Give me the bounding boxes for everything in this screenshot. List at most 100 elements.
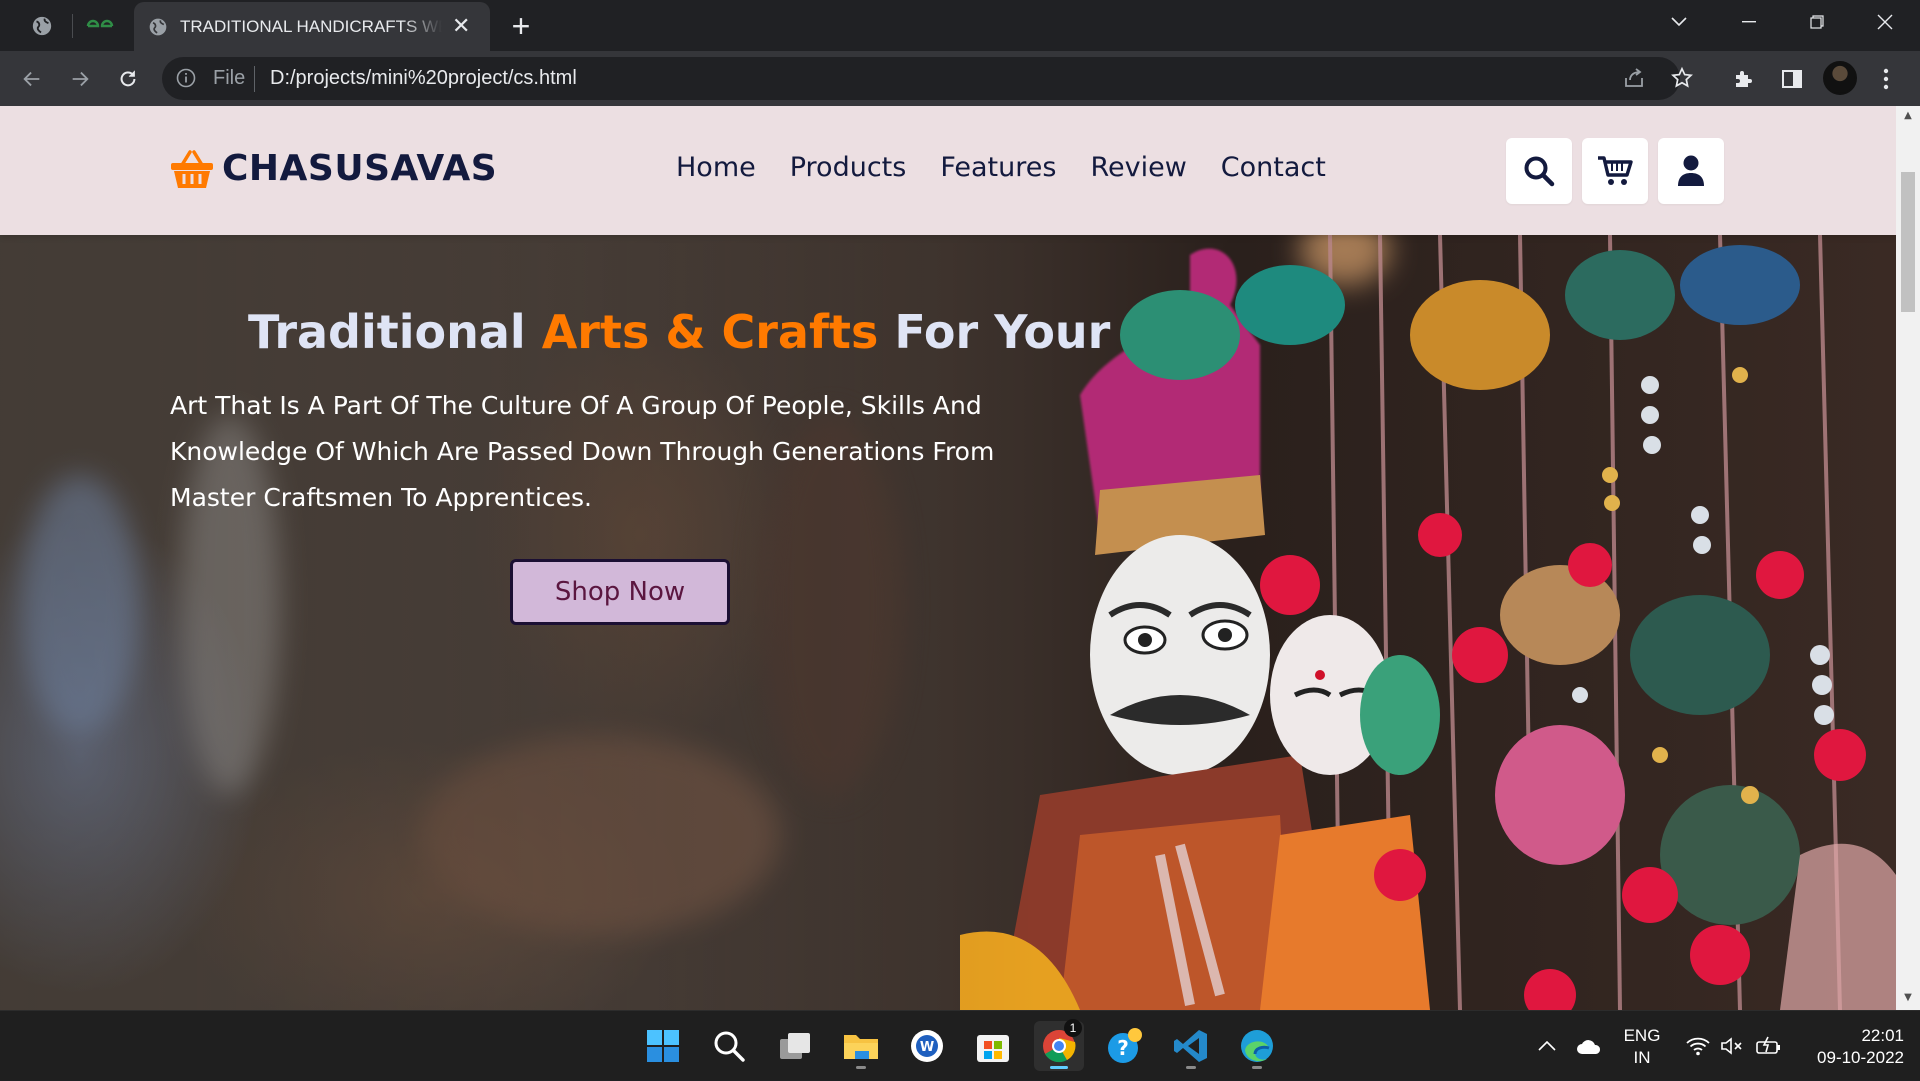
file-explorer-button[interactable] (836, 1021, 886, 1071)
basket-icon (171, 149, 213, 188)
reload-button[interactable] (108, 59, 148, 99)
input-language[interactable]: ENG IN (1620, 1025, 1664, 1069)
scroll-down-icon[interactable]: ▼ (1902, 992, 1914, 1003)
vscode-icon (1174, 1030, 1207, 1062)
page-viewport: CHASUSAVAS Home Products Features Review… (0, 106, 1896, 1010)
gfg-icon (86, 19, 114, 28)
chrome-button[interactable]: 1 (1034, 1019, 1084, 1071)
folder-icon (844, 1035, 878, 1059)
close-window-button[interactable] (1850, 0, 1920, 44)
vscode-button[interactable] (1166, 1021, 1216, 1071)
restore-button[interactable] (1782, 0, 1852, 44)
pinned-tab-gfg[interactable] (74, 8, 126, 44)
task-view-icon (780, 1033, 810, 1059)
address-separator (254, 66, 255, 92)
lang-line1: ENG (1623, 1026, 1661, 1045)
new-tab-button[interactable]: + (502, 8, 540, 44)
help-icon: ? (1108, 1028, 1142, 1063)
reload-icon (120, 70, 136, 87)
svg-text:W: W (920, 1040, 934, 1055)
brand-name: CHASUSAVAS (222, 148, 498, 189)
close-tab-icon[interactable]: ✕ (452, 15, 470, 38)
site-header: CHASUSAVAS Home Products Features Review… (0, 106, 1896, 235)
app-w-button[interactable]: W (902, 1021, 952, 1071)
nav-home[interactable]: Home (676, 152, 756, 183)
arrow-left-icon (23, 71, 40, 87)
battery-button[interactable] (1756, 1011, 1782, 1081)
arrow-right-icon (72, 71, 89, 87)
task-view-button[interactable] (770, 1021, 820, 1071)
scroll-up-icon[interactable]: ▲ (1902, 110, 1914, 121)
menu-button[interactable] (1866, 59, 1906, 99)
star-icon[interactable] (1670, 66, 1694, 90)
side-panel-icon (1782, 70, 1802, 88)
pinned-tab-globe[interactable] (16, 8, 68, 44)
lang-line2: IN (1633, 1048, 1651, 1067)
scroll-thumb[interactable] (1901, 172, 1915, 312)
clock-date: 09-10-2022 (1817, 1048, 1904, 1067)
help-button[interactable]: ? (1100, 1021, 1150, 1071)
tab-search-button[interactable] (1644, 0, 1714, 44)
running-indicator (856, 1066, 866, 1069)
more-vertical-icon (1883, 68, 1889, 90)
tab-separator (72, 14, 73, 38)
tab-active[interactable]: TRADITIONAL HANDICRAFTS WEBSITE ✕ (134, 2, 490, 51)
edge-icon (1241, 1030, 1273, 1062)
browser-tabstrip: TRADITIONAL HANDICRAFTS WEBSITE ✕ + (0, 0, 1920, 51)
share-icon[interactable] (1622, 66, 1646, 90)
hero-description: Art That Is A Part Of The Culture Of A G… (170, 391, 995, 512)
side-panel-button[interactable] (1772, 59, 1812, 99)
running-indicator (1186, 1066, 1196, 1069)
page-scrollbar[interactable]: ▲ ▼ (1896, 106, 1920, 1010)
url-text[interactable]: D:/projects/mini%20project/cs.html (270, 67, 577, 90)
chrome-badge: 1 (1064, 1019, 1082, 1037)
hero-section: Traditional Arts & Crafts For Your Art T… (0, 235, 1896, 1010)
profile-avatar[interactable] (1823, 61, 1857, 95)
browser-toolbar: File D:/projects/mini%20project/cs.html (0, 51, 1920, 106)
svg-text:?: ? (1117, 1036, 1129, 1060)
minimize-button[interactable] (1714, 0, 1784, 44)
hero-title: Traditional Arts & Crafts For Your (248, 305, 1110, 359)
account-button[interactable] (1658, 138, 1724, 204)
nav-contact[interactable]: Contact (1221, 152, 1326, 183)
forward-button[interactable] (60, 59, 100, 99)
nav-review[interactable]: Review (1090, 152, 1186, 183)
nav-products[interactable]: Products (790, 152, 907, 183)
shop-now-button[interactable]: Shop Now (510, 559, 730, 625)
cart-icon (1598, 156, 1633, 185)
address-bar[interactable]: File D:/projects/mini%20project/cs.html (162, 57, 1693, 100)
main-nav: Home Products Features Review Contact (676, 152, 1360, 183)
battery-charging-icon (1756, 1036, 1780, 1054)
app-w-icon: W (911, 1030, 943, 1062)
show-hidden-icons[interactable] (1538, 1011, 1556, 1081)
windows-taskbar: W 1 ? ENG IN 22:01 09-10-2022 (0, 1010, 1920, 1080)
globe-icon (32, 16, 52, 36)
search-button[interactable] (1506, 138, 1572, 204)
volume-muted-icon (1721, 1037, 1742, 1055)
tab-title: TRADITIONAL HANDICRAFTS WEBSITE (180, 16, 442, 36)
nav-features[interactable]: Features (940, 152, 1056, 183)
wifi-icon (1686, 1037, 1710, 1056)
cart-button[interactable] (1582, 138, 1648, 204)
clock-time: 22:01 (1861, 1026, 1904, 1045)
close-icon (1877, 14, 1893, 30)
start-button[interactable] (638, 1021, 688, 1071)
scheme-label: File (213, 67, 246, 89)
chevron-up-icon (1538, 1041, 1556, 1051)
network-button[interactable] (1686, 1011, 1710, 1081)
taskbar-search[interactable] (704, 1021, 754, 1071)
edge-button[interactable] (1232, 1021, 1282, 1071)
cloud-icon (1577, 1040, 1601, 1054)
hero-title-accent: Arts & Crafts (541, 305, 879, 359)
store-button[interactable] (968, 1021, 1018, 1071)
back-button[interactable] (12, 59, 52, 99)
search-icon (1524, 156, 1555, 187)
extensions-button[interactable] (1724, 59, 1764, 99)
globe-icon (149, 18, 167, 35)
onedrive-button[interactable] (1576, 1011, 1602, 1081)
chevron-down-icon (1671, 17, 1687, 27)
system-clock[interactable]: 22:01 09-10-2022 (1800, 1025, 1904, 1069)
site-logo[interactable]: CHASUSAVAS (170, 148, 497, 189)
info-icon[interactable] (176, 68, 196, 88)
volume-button[interactable] (1720, 1011, 1744, 1081)
